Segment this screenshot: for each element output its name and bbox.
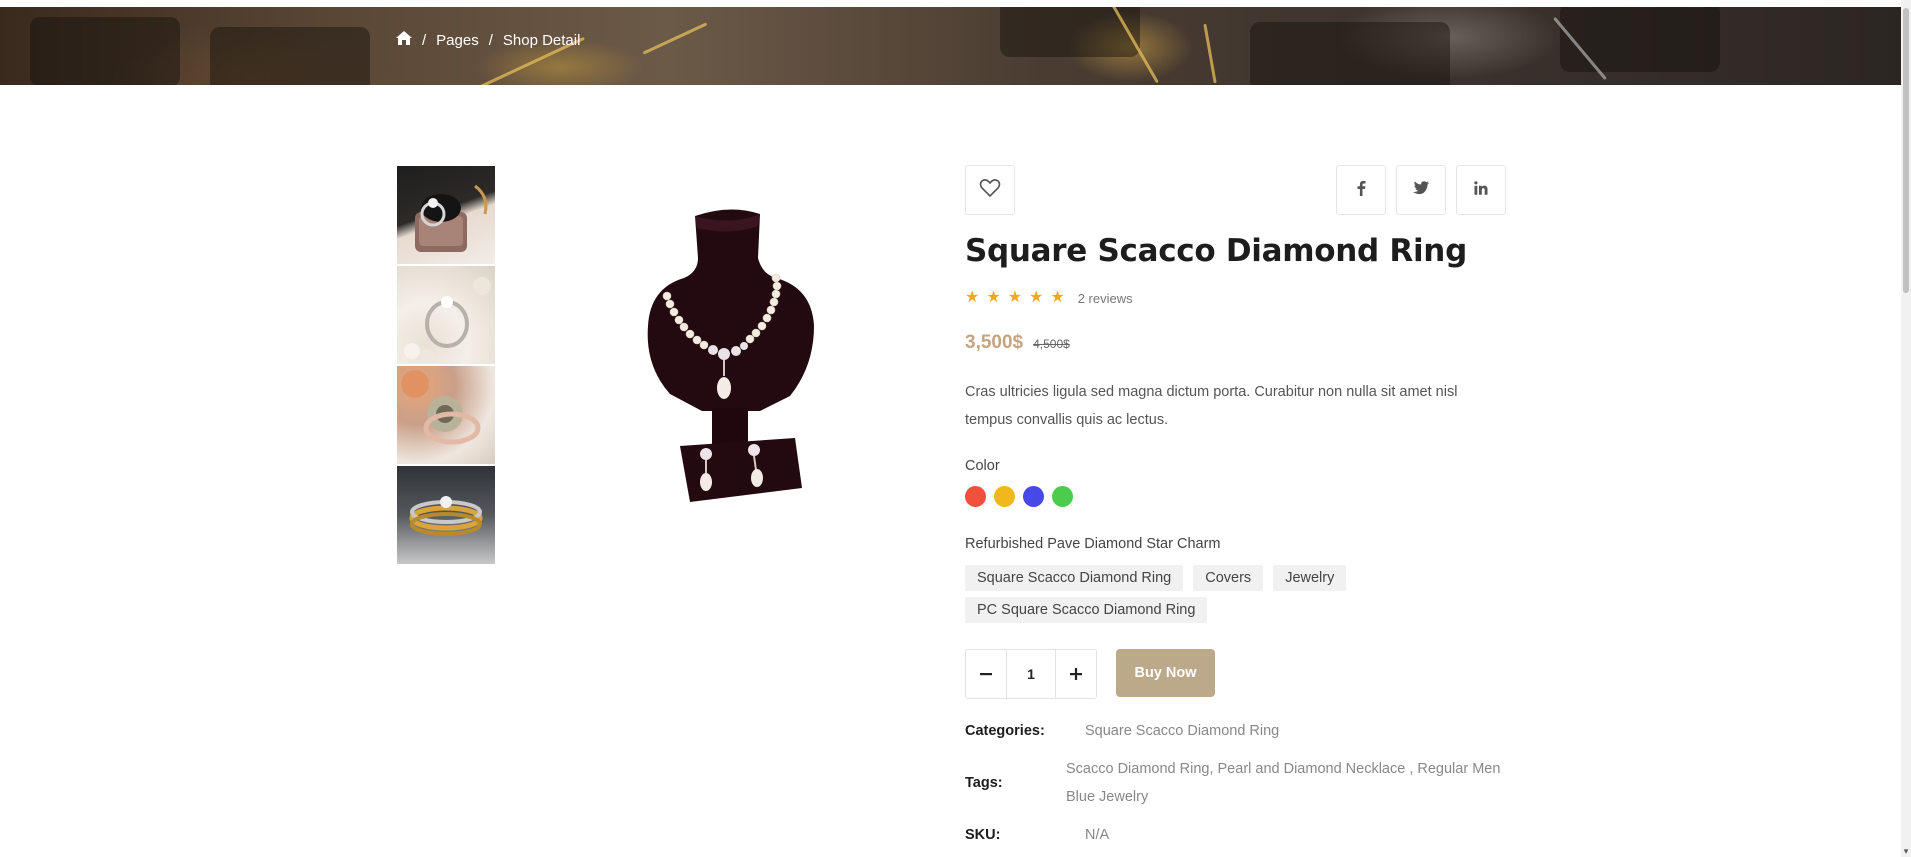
thumbnail-gold-ring-stack[interactable] (397, 466, 495, 564)
share-facebook-button[interactable] (1336, 165, 1386, 215)
thumbnail-list (397, 166, 495, 566)
variant-option[interactable]: Covers (1193, 565, 1264, 591)
variant-option[interactable]: Jewelry (1273, 565, 1347, 591)
heart-icon (979, 178, 1001, 203)
current-price: 3,500$ (965, 332, 1024, 353)
home-icon[interactable] (396, 31, 412, 49)
buy-now-button[interactable]: Buy Now (1116, 649, 1215, 697)
star-icon: ★ (965, 289, 980, 306)
breadcrumb: / Pages / Shop Detail (396, 31, 580, 49)
categories-label: Categories: (965, 723, 1045, 739)
star-icon: ★ (1050, 289, 1065, 306)
variant-label: Refurbished Pave Diamond Star Charm (965, 536, 1221, 552)
quantity-stepper: 1 (965, 649, 1097, 699)
scrollbar-thumb[interactable] (1903, 8, 1909, 293)
variant-option[interactable]: PC Square Scacco Diamond Ring (965, 597, 1208, 623)
breadcrumb-separator: / (422, 31, 427, 49)
share-twitter-button[interactable] (1396, 165, 1446, 215)
breadcrumb-separator: / (488, 31, 493, 49)
color-swatch-blue[interactable] (1023, 486, 1044, 507)
scroll-down-arrow-icon[interactable]: ▾ (1901, 846, 1911, 857)
plus-icon (1070, 663, 1082, 686)
increase-quantity-button[interactable] (1056, 650, 1096, 698)
star-icon: ★ (986, 289, 1001, 306)
star-icon: ★ (1007, 289, 1023, 306)
product-price: 3,500$ 4,500$ (965, 332, 1070, 354)
variant-option[interactable]: Square Scacco Diamond Ring (965, 565, 1184, 591)
wishlist-button[interactable] (965, 165, 1015, 215)
sku-value: N/A (1085, 827, 1110, 843)
decrease-quantity-button[interactable] (966, 650, 1006, 698)
color-swatch-red[interactable] (965, 486, 986, 507)
categories-value[interactable]: Square Scacco Diamond Ring (1085, 717, 1279, 745)
thumbnail-ring-on-pearls[interactable] (397, 266, 495, 364)
share-linkedin-button[interactable] (1456, 165, 1506, 215)
page-scrollbar[interactable]: ▾ (1901, 0, 1911, 857)
minus-icon (980, 663, 992, 686)
color-swatch-yellow[interactable] (994, 486, 1015, 507)
quantity-input[interactable]: 1 (1006, 650, 1056, 698)
thumbnail-floral-ring[interactable] (397, 366, 495, 464)
thumbnail-ring-in-box[interactable] (397, 166, 495, 264)
linkedin-icon (1474, 180, 1488, 200)
tags-label: Tags: (965, 775, 1003, 791)
sku-label: SKU: (965, 827, 1001, 843)
star-icon: ★ (1029, 289, 1044, 306)
color-swatches (965, 486, 1081, 507)
facebook-icon (1356, 180, 1366, 201)
breadcrumb-pages[interactable]: Pages (436, 32, 479, 49)
variant-options: Square Scacco Diamond Ring Covers Jewelr… (965, 565, 1385, 629)
reviews-link[interactable]: 2 reviews (1078, 291, 1133, 306)
product-title: Square Scacco Diamond Ring (965, 233, 1467, 269)
tags-value[interactable]: Scacco Diamond Ring, Pearl and Diamond N… (1066, 755, 1506, 811)
page-banner: / Pages / Shop Detail (0, 7, 1901, 85)
color-swatch-green[interactable] (1052, 486, 1073, 507)
old-price: 4,500$ (1033, 337, 1070, 351)
twitter-icon (1413, 180, 1429, 200)
product-rating: ★ ★ ★ ★ ★ 2 reviews (965, 290, 1133, 306)
main-product-image (600, 196, 860, 526)
product-description: Cras ultricies ligula sed magna dictum p… (965, 384, 1458, 428)
breadcrumb-current: Shop Detail (502, 31, 581, 49)
color-label: Color (965, 458, 1000, 474)
